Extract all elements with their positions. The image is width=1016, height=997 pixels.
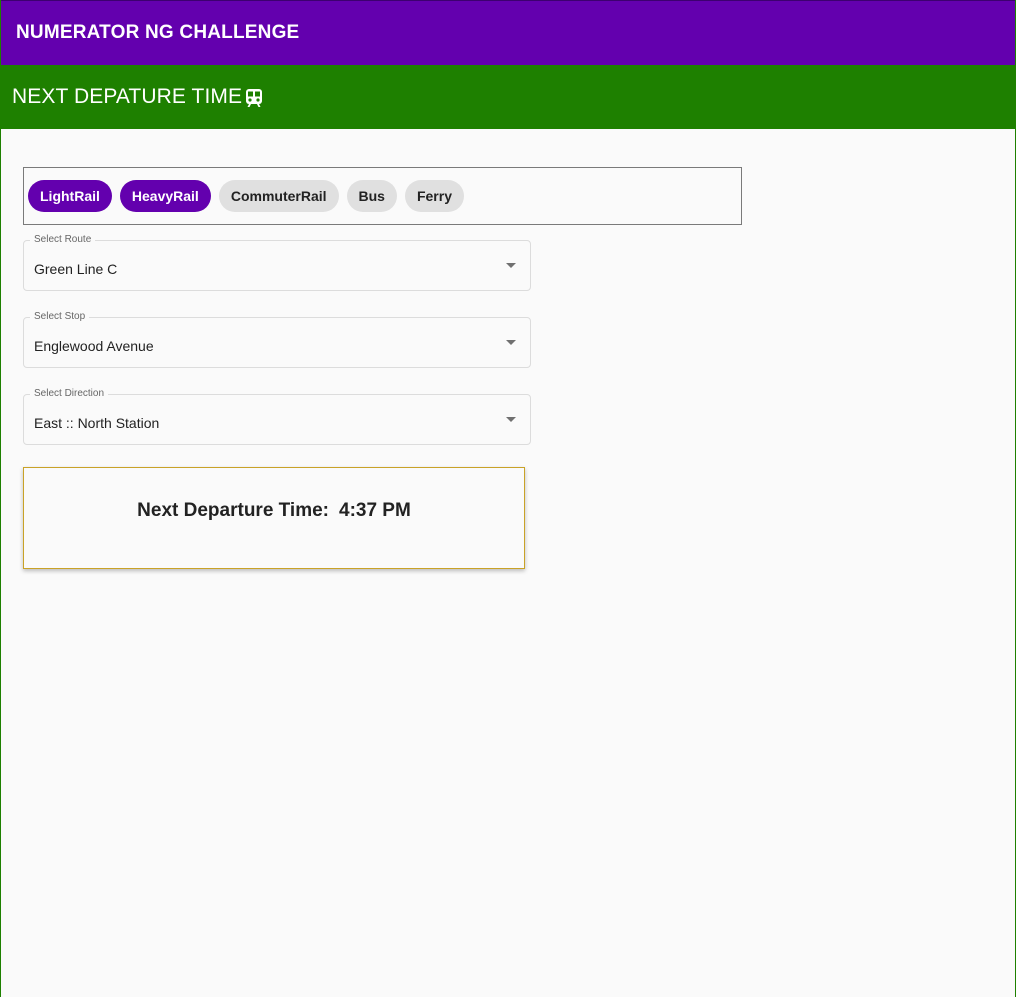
departure-time-card: Next Departure Time: 4:37 PM	[23, 467, 525, 569]
chip-ferry[interactable]: Ferry	[404, 180, 464, 212]
route-select-label: Select Route	[30, 234, 96, 245]
chip-bus[interactable]: Bus	[346, 180, 397, 212]
stop-select[interactable]: Select Stop Englewood Avenue	[23, 311, 531, 368]
section-title: NEXT DEPATURE TIME	[12, 85, 243, 108]
departure-time-label: Next Departure Time:	[137, 500, 329, 521]
direction-select[interactable]: Select Direction East :: North Station	[23, 388, 531, 445]
top-app-bar: NUMERATOR NG CHALLENGE	[1, 0, 1015, 65]
route-select[interactable]: Select Route Green Line C	[23, 234, 531, 291]
main-content: LightRail HeavyRail CommuterRail Bus Fer…	[1, 129, 1015, 569]
chip-commuterrail[interactable]: CommuterRail	[218, 180, 339, 212]
departure-time-value: 4:37 PM	[339, 500, 411, 521]
dropdown-arrow-icon	[506, 417, 516, 422]
direction-select-label: Select Direction	[30, 388, 109, 399]
chip-heavyrail[interactable]: HeavyRail	[119, 180, 211, 212]
train-icon	[245, 88, 263, 108]
section-header: NEXT DEPATURE TIME	[1, 65, 1015, 129]
app-title: NUMERATOR NG CHALLENGE	[16, 22, 300, 43]
direction-select-value: East :: North Station	[34, 415, 160, 431]
app-root: NUMERATOR NG CHALLENGE NEXT DEPATURE TIM…	[0, 0, 1016, 997]
dropdown-arrow-icon	[506, 263, 516, 268]
route-select-value: Green Line C	[34, 261, 118, 277]
stop-select-label: Select Stop	[30, 311, 90, 322]
chip-lightrail[interactable]: LightRail	[28, 180, 112, 212]
dropdown-arrow-icon	[506, 340, 516, 345]
departure-time-line: Next Departure Time: 4:37 PM	[24, 500, 524, 522]
transport-mode-chip-list: LightRail HeavyRail CommuterRail Bus Fer…	[23, 167, 742, 225]
stop-select-value: Englewood Avenue	[34, 338, 154, 354]
